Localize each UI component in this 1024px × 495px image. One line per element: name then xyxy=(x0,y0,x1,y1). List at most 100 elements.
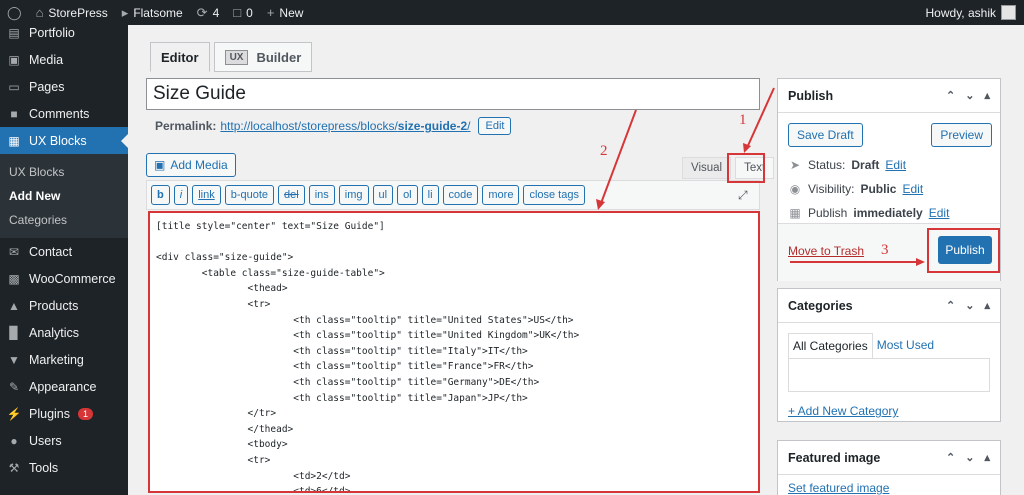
qt-bquote-button[interactable]: b-quote xyxy=(224,185,275,205)
portfolio-icon: ▤ xyxy=(8,25,20,40)
updates-icon: ⟳ xyxy=(196,4,208,20)
mail-icon: ✉ xyxy=(8,244,20,259)
sidebar-item-marketing[interactable]: ▼ Marketing xyxy=(0,346,128,373)
sidebar-item-users[interactable]: ● Users xyxy=(0,427,128,454)
save-draft-button[interactable]: Save Draft xyxy=(788,123,863,147)
chevron-down-icon[interactable]: ⌄ xyxy=(965,299,974,312)
plugins-update-badge: 1 xyxy=(78,407,94,420)
publish-box-header: Publish ⌃ ⌄ ▴ xyxy=(778,79,1000,113)
qt-del-button[interactable]: del xyxy=(278,185,305,205)
fullscreen-icon[interactable]: ⤢ xyxy=(738,188,748,203)
blocks-icon: ▦ xyxy=(8,133,20,148)
qt-close-tags-button[interactable]: close tags xyxy=(523,185,585,205)
schedule-row: ▦ Publish immediately Edit xyxy=(789,206,950,220)
wrench-icon: ⚒ xyxy=(8,460,20,475)
sidebar-item-plugins[interactable]: ⚡ Plugins 1 xyxy=(0,400,128,427)
chevron-up-icon[interactable]: ⌃ xyxy=(946,89,955,102)
sidebar-item-comments[interactable]: ■ Comments xyxy=(0,100,128,127)
chevron-up-icon[interactable]: ⌃ xyxy=(946,299,955,312)
ux-logo: UX xyxy=(224,49,249,65)
media-icon: ▣ xyxy=(154,158,166,172)
sidebar-item-portfolio[interactable]: ▤ Portfolio xyxy=(0,19,128,46)
sidebar-item-analytics[interactable]: ▉ Analytics xyxy=(0,319,128,346)
updates-link[interactable]: ⟳ 4 xyxy=(190,0,227,25)
permalink-label: Permalink: xyxy=(155,119,217,133)
qt-link-button[interactable]: link xyxy=(192,185,221,205)
comment-icon: □ xyxy=(233,5,242,20)
toggle-icon[interactable]: ▴ xyxy=(984,299,990,312)
permalink-link[interactable]: http://localhost/storepress/blocks/size-… xyxy=(220,119,470,133)
categories-checklist[interactable] xyxy=(788,358,990,392)
sidebar-item-pages[interactable]: ▭ Pages xyxy=(0,73,128,100)
sidebar-item-appearance[interactable]: ✎ Appearance xyxy=(0,373,128,400)
visibility-row: ◉ Visibility: Public Edit xyxy=(789,182,924,196)
toggle-icon[interactable]: ▴ xyxy=(984,451,990,464)
calendar-icon: ▦ xyxy=(789,206,801,220)
sidebar-item-media[interactable]: ▣ Media xyxy=(0,46,128,73)
categories-box: Categories ⌃ ⌄ ▴ All Categories Most Used … xyxy=(777,288,1001,422)
visibility-edit-link[interactable]: Edit xyxy=(902,182,923,196)
sidebar-item-products[interactable]: ▲ Products xyxy=(0,292,128,319)
new-content-link[interactable]: + New xyxy=(260,0,311,25)
tab-ux-builder[interactable]: UX Builder xyxy=(213,42,313,72)
featured-image-box: Featured image ⌃ ⌄ ▴ Set featured image xyxy=(777,440,1001,495)
annotation-number-1: 1 xyxy=(739,112,747,128)
media-icon: ▣ xyxy=(8,52,20,67)
chevron-down-icon[interactable]: ⌄ xyxy=(965,451,974,464)
featured-image-header: Featured image ⌃ ⌄ ▴ xyxy=(778,441,1000,475)
submenu-add-new[interactable]: Add New xyxy=(0,184,128,208)
qt-bold-button[interactable]: b xyxy=(151,185,170,205)
analytics-icon: ▉ xyxy=(9,325,19,340)
qt-italic-button[interactable]: i xyxy=(173,185,189,205)
chevron-up-icon[interactable]: ⌃ xyxy=(946,451,955,464)
account-menu[interactable]: Howdy, ashik xyxy=(919,0,1024,25)
qt-code-button[interactable]: code xyxy=(442,185,479,205)
editor-mode-tabs: Editor UX Builder xyxy=(150,42,313,72)
content-textarea[interactable]: [title style="center" text="Size Guide"]… xyxy=(148,211,760,493)
annotation-box-publish xyxy=(927,228,1000,273)
sidebar-item-tools[interactable]: ⚒ Tools xyxy=(0,454,128,481)
add-media-button[interactable]: ▣ Add Media xyxy=(146,153,236,177)
move-to-trash-link[interactable]: Move to Trash xyxy=(788,244,864,258)
chevron-down-icon[interactable]: ⌄ xyxy=(965,89,974,102)
plugin-icon: ⚡ xyxy=(6,406,22,421)
sidebar-item-woocommerce[interactable]: ▩ WooCommerce xyxy=(0,265,128,292)
annotation-box-text-tab xyxy=(727,153,765,183)
tab-editor[interactable]: Editor xyxy=(150,42,210,72)
eye-icon: ◉ xyxy=(789,182,801,196)
qt-img-button[interactable]: img xyxy=(338,185,369,205)
tab-visual[interactable]: Visual xyxy=(682,157,732,179)
status-edit-link[interactable]: Edit xyxy=(885,158,906,172)
qt-ul-button[interactable]: ul xyxy=(372,185,394,205)
permalink-edit-button[interactable]: Edit xyxy=(478,117,512,135)
submenu-categories[interactable]: Categories xyxy=(0,208,128,232)
pin-icon: ➤ xyxy=(789,158,801,172)
toggle-icon[interactable]: ▴ xyxy=(984,89,990,102)
add-new-category-link[interactable]: + Add New Category xyxy=(778,392,1000,430)
set-featured-image-link[interactable]: Set featured image xyxy=(788,481,889,495)
sidebar-item-ux-blocks[interactable]: ▦ UX Blocks xyxy=(0,127,128,154)
schedule-edit-link[interactable]: Edit xyxy=(929,206,950,220)
woocommerce-icon: ▩ xyxy=(8,271,20,286)
tab-most-used[interactable]: Most Used xyxy=(873,333,938,358)
tab-all-categories[interactable]: All Categories xyxy=(788,333,873,358)
brush-icon: ✎ xyxy=(8,379,20,394)
comment-icon: ■ xyxy=(10,106,18,121)
preview-button[interactable]: Preview xyxy=(931,123,992,147)
qt-ins-button[interactable]: ins xyxy=(308,185,335,205)
sidebar-item-contact[interactable]: ✉ Contact xyxy=(0,238,128,265)
post-title-input[interactable]: Size Guide xyxy=(146,78,760,110)
quicktags-toolbar: b i link b-quote del ins img ul ol li co… xyxy=(146,180,760,210)
annotation-number-3: 3 xyxy=(881,242,889,258)
home-icon: ⌂ xyxy=(35,5,44,20)
annotation-number-2: 2 xyxy=(600,143,608,159)
submenu-ux-blocks[interactable]: UX Blocks xyxy=(0,160,128,184)
qt-more-button[interactable]: more xyxy=(482,185,520,205)
qt-ol-button[interactable]: ol xyxy=(397,185,418,205)
qt-li-button[interactable]: li xyxy=(421,185,439,205)
sidebar-submenu: UX Blocks Add New Categories xyxy=(0,154,128,238)
megaphone-icon: ▼ xyxy=(8,352,20,367)
annotation-arrowhead-1 xyxy=(743,143,751,153)
comments-link[interactable]: □ 0 xyxy=(226,0,260,25)
admin-sidebar: ▤ Portfolio ▣ Media ▭ Pages ■ Comments ▦ UX B… xyxy=(0,25,128,495)
